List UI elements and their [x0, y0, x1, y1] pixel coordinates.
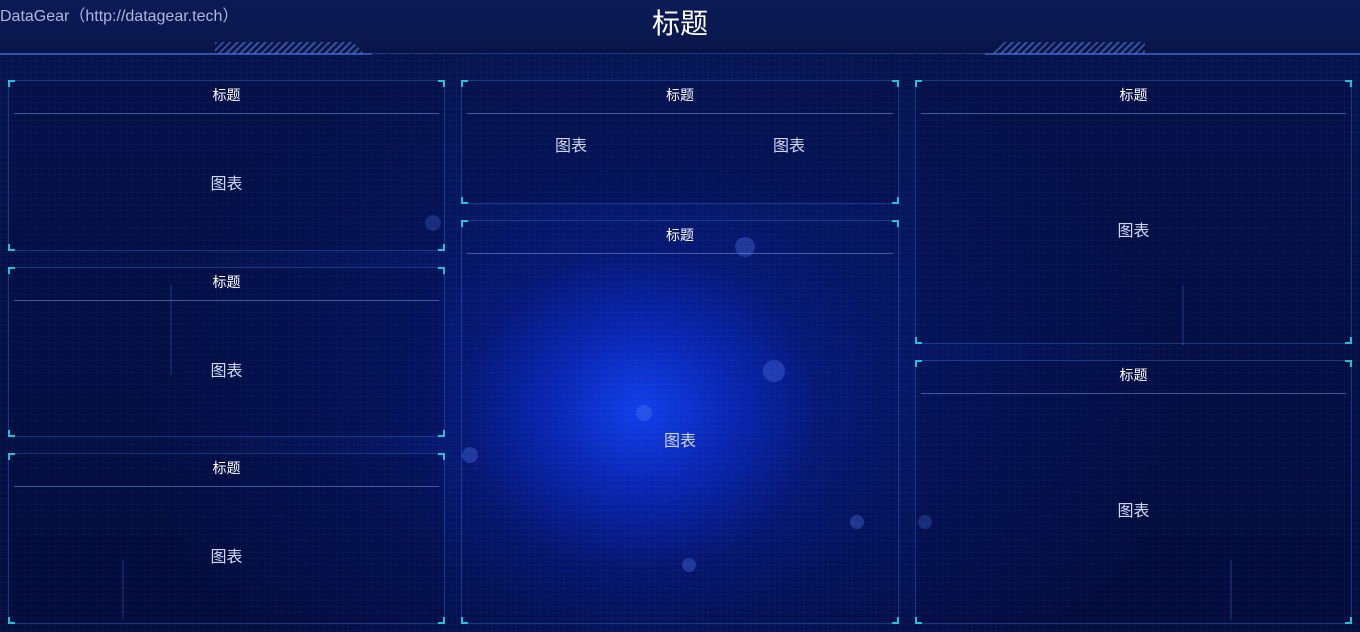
panel-middle-top: 标题 图表 图表 — [461, 80, 899, 204]
chart-placeholder: 图表 — [1117, 500, 1150, 520]
chart-placeholder: 图表 — [663, 430, 696, 450]
header-line-left — [0, 53, 372, 55]
panel-title: 标题 — [14, 454, 439, 487]
panel-middle-main: 标题 图表 — [461, 220, 899, 624]
panel-right-1: 标题 图表 — [915, 80, 1352, 344]
corner-bracket — [892, 80, 899, 87]
header-line-right — [985, 53, 1360, 55]
chart-area[interactable]: 图表 — [9, 487, 444, 623]
panel-left-1: 标题 图表 — [8, 80, 445, 251]
corner-bracket — [438, 453, 445, 460]
panel-title: 标题 — [921, 81, 1346, 114]
panel-title: 标题 — [467, 221, 893, 254]
corner-bracket — [892, 220, 899, 227]
panel-title: 标题 — [14, 268, 439, 301]
corner-bracket — [1345, 360, 1352, 367]
panel-title: 标题 — [921, 361, 1346, 394]
chart-area[interactable]: 图表 — [462, 254, 898, 623]
corner-bracket — [438, 80, 445, 87]
chart-area[interactable]: 图表 — [916, 114, 1351, 343]
panel-right-2: 标题 图表 — [915, 360, 1352, 624]
panel-left-2: 标题 图表 — [8, 267, 445, 437]
chart-area[interactable]: 图表 — [916, 394, 1351, 623]
chart-placeholder[interactable]: 图表 — [555, 132, 587, 156]
chart-area[interactable]: 图表 — [9, 301, 444, 436]
panel-title: 标题 — [467, 81, 893, 114]
dashboard-title: 标题 — [651, 7, 708, 40]
panel-title: 标题 — [14, 81, 439, 114]
chart-placeholder: 图表 — [210, 360, 243, 380]
chart-area-pair: 图表 图表 — [462, 114, 898, 203]
chart-placeholder[interactable]: 图表 — [773, 132, 805, 156]
chart-area[interactable]: 图表 — [9, 114, 444, 250]
chart-placeholder: 图表 — [210, 174, 243, 193]
dashboard-header: DataGear（http://datagear.tech） 标题 — [0, 0, 1360, 55]
panel-left-3: 标题 图表 — [8, 453, 445, 624]
chart-placeholder: 图表 — [1117, 220, 1150, 240]
corner-bracket — [1345, 80, 1352, 87]
corner-bracket — [438, 267, 445, 274]
chart-placeholder: 图表 — [210, 547, 243, 566]
